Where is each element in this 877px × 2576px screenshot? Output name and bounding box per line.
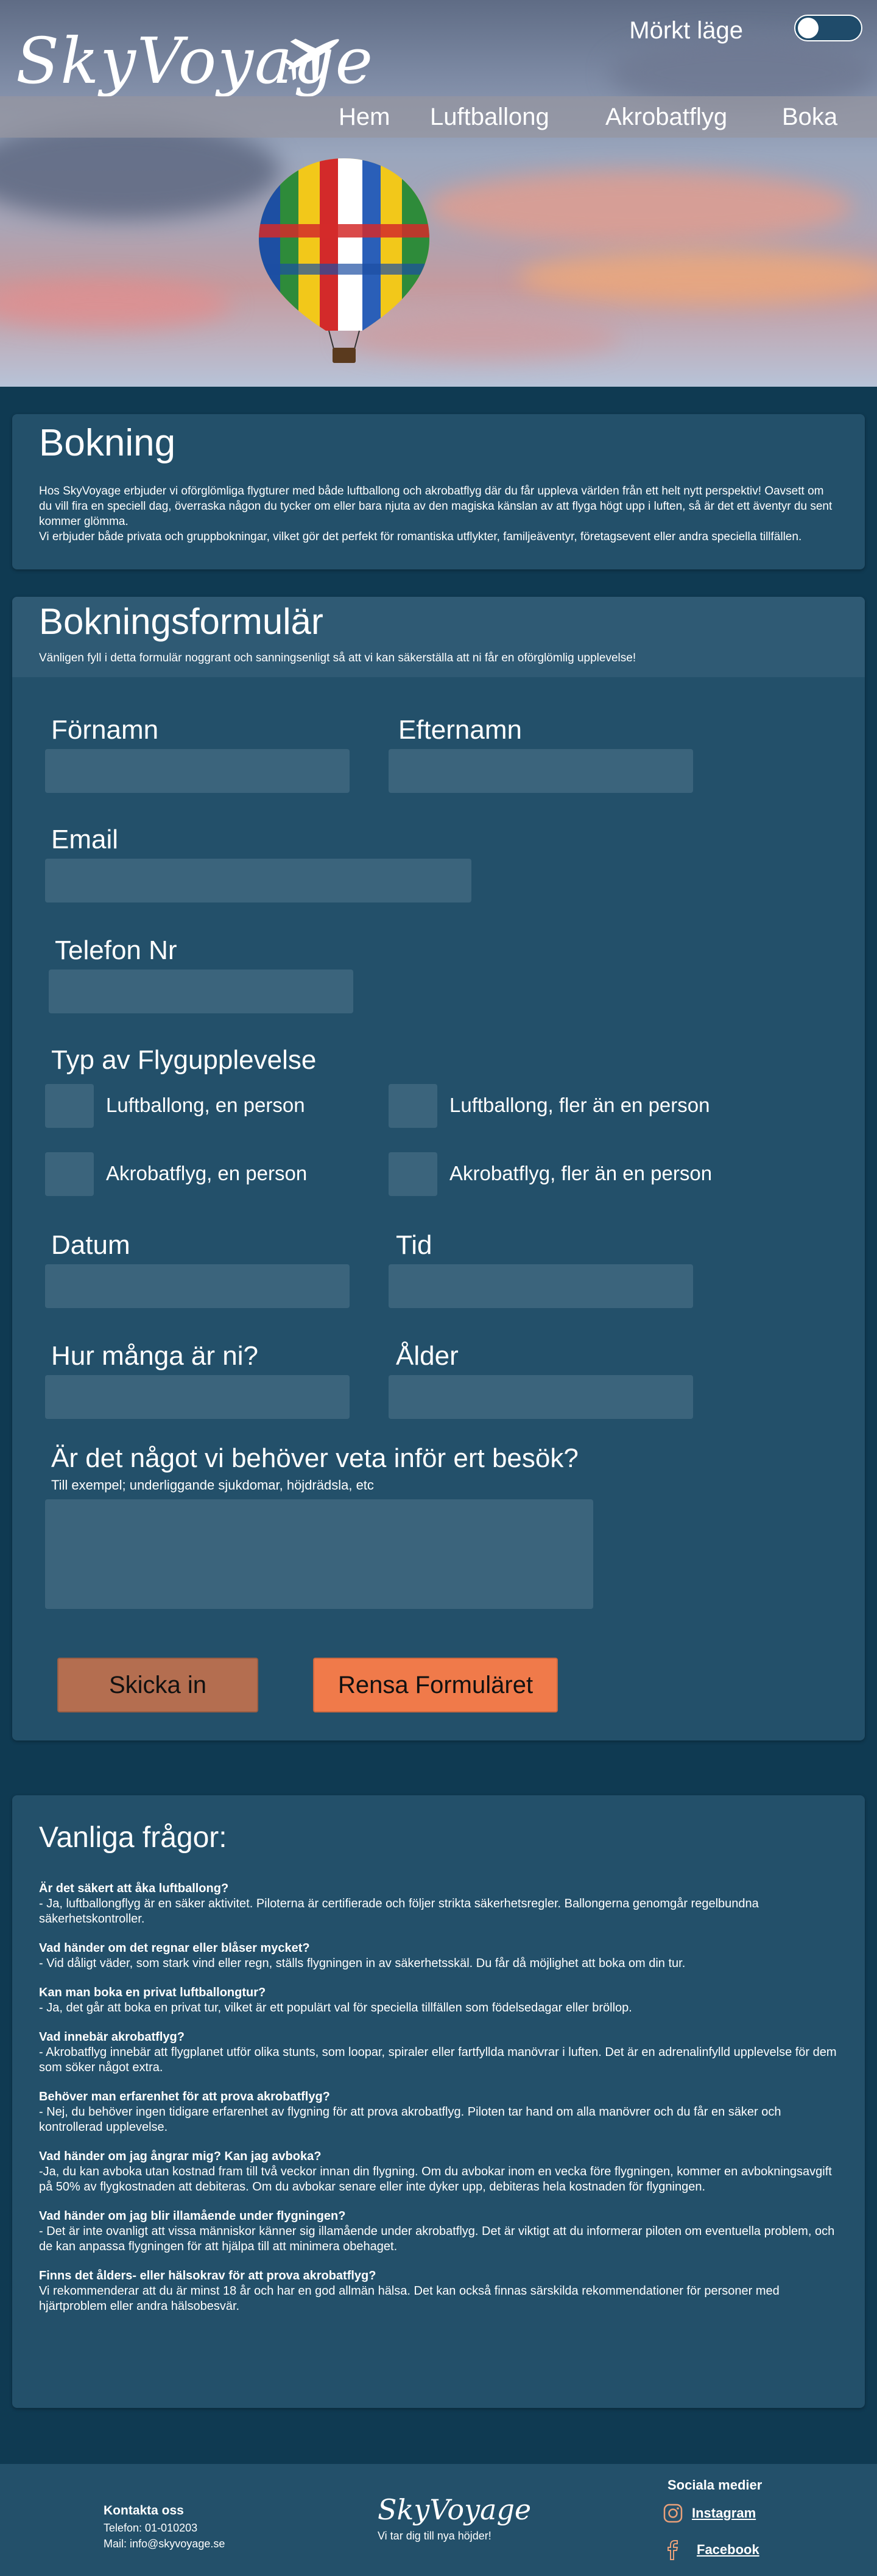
booking-title: Bokning	[39, 422, 176, 464]
footer-tagline: Vi tar dig till nya höjder!	[378, 2530, 491, 2542]
option-aerobatic-single-label: Akrobatflyg, en person	[106, 1162, 308, 1184]
footer-logo[interactable]: SkyVoyage	[378, 2493, 531, 2526]
faq-card: Vanliga frågor: Är det säkert att åka lu…	[12, 1795, 865, 2408]
time-label: Tid	[396, 1230, 432, 1260]
notes-textarea[interactable]	[45, 1499, 593, 1609]
party-size-label: Hur många är ni?	[51, 1341, 258, 1371]
faq-answer: -Ja, du kan avboka utan kostnad fram til…	[39, 2165, 832, 2194]
hot-air-balloon-image	[259, 158, 429, 363]
first-name-label: Förnamn	[51, 715, 159, 745]
facebook-link[interactable]: Facebook	[663, 2538, 759, 2561]
contact-email: Mail: info@skyvoyage.se	[104, 2538, 225, 2550]
submit-button[interactable]: Skicka in	[57, 1658, 258, 1712]
option-balloon-group-checkbox[interactable]	[389, 1084, 437, 1128]
faq-item: Finns det ålders- eller hälsokrav för at…	[39, 2268, 843, 2314]
faq-answer: Vi rekommenderar att du är minst 18 år o…	[39, 2284, 780, 2313]
facebook-label: Facebook	[697, 2542, 759, 2557]
nav-balloon[interactable]: Luftballong	[430, 104, 549, 131]
faq-item: Vad händer om jag blir illamående under …	[39, 2208, 843, 2254]
faq-answer: - Nej, du behöver ingen tidigare erfaren…	[39, 2105, 781, 2134]
cloud	[426, 171, 853, 244]
faq-item: Är det säkert att åka luftballong? - Ja, …	[39, 1881, 843, 1927]
first-name-input[interactable]	[45, 749, 350, 793]
footer-contact: Kontakta oss Telefon: 01-010203 Mail: in…	[104, 2502, 225, 2552]
faq-answer: - Akrobatflyg innebär att flygplanet utf…	[39, 2046, 837, 2074]
faq-item: Vad händer om det regnar eller blåser my…	[39, 1940, 843, 1971]
faq-question: Vad händer om jag blir illamående under …	[39, 2209, 346, 2223]
phone-input[interactable]	[49, 970, 353, 1013]
main-nav: Hem Luftballong Akrobatflyg Boka	[0, 96, 877, 138]
option-aerobatic-group-checkbox[interactable]	[389, 1152, 437, 1196]
option-aerobatic-group-label: Akrobatflyg, fler än en person	[449, 1162, 713, 1184]
instagram-label: Instagram	[692, 2505, 756, 2521]
cloud	[518, 250, 877, 304]
facebook-icon	[667, 2540, 678, 2560]
faq-item: Kan man boka en privat luftballongtur? - …	[39, 1985, 843, 2016]
contact-title: Kontakta oss	[104, 2504, 184, 2518]
hero-banner: SkyVoyage Mörkt läge Hem Luftballong Akr…	[0, 0, 877, 387]
faq-question: Är det säkert att åka luftballong?	[39, 1882, 229, 1895]
social-title: Sociala medier	[667, 2477, 763, 2493]
faq-question: Vad händer om jag ångrar mig? Kan jag av…	[39, 2150, 322, 2163]
faq-item: Behöver man erfarenhet för att prova akr…	[39, 2089, 843, 2135]
option-balloon-single-label: Luftballong, en person	[106, 1094, 305, 1116]
time-input[interactable]	[389, 1264, 693, 1308]
email-label: Email	[51, 825, 119, 854]
age-input[interactable]	[389, 1375, 693, 1419]
faq-answer: - Vid dåligt väder, som stark vind eller…	[39, 1957, 686, 1970]
form-intro: Vänligen fyll i detta formulär noggrant …	[39, 652, 636, 664]
phone-label: Telefon Nr	[55, 935, 177, 965]
faq-answer: - Ja, luftballongflyg är en säker aktivi…	[39, 1897, 759, 1926]
form-header: Bokningsformulär Vänligen fyll i detta f…	[12, 597, 865, 677]
nav-book[interactable]: Boka	[782, 104, 837, 131]
booking-description: Hos SkyVoyage erbjuder vi oförglömliga f…	[39, 485, 833, 528]
site-footer: Kontakta oss Telefon: 01-010203 Mail: in…	[0, 2464, 877, 2576]
faq-item: Vad innebär akrobatflyg? - Akrobatflyg in…	[39, 2029, 843, 2075]
instagram-link[interactable]: Instagram	[663, 2503, 756, 2524]
last-name-label: Efternamn	[398, 715, 522, 745]
date-input[interactable]	[45, 1264, 350, 1308]
booking-form-card: Bokningsformulär Vänligen fyll i detta f…	[12, 597, 865, 1740]
last-name-input[interactable]	[389, 749, 693, 793]
faq-question: Vad händer om det regnar eller blåser my…	[39, 1941, 310, 1955]
reset-button[interactable]: Rensa Formuläret	[313, 1658, 558, 1712]
option-balloon-group-label: Luftballong, fler än en person	[449, 1094, 710, 1116]
notes-label: Är det något vi behöver veta inför ert b…	[51, 1443, 579, 1473]
faq-question: Behöver man erfarenhet för att prova akr…	[39, 2090, 330, 2103]
faq-question: Kan man boka en privat luftballongtur?	[39, 1986, 266, 1999]
faq-answer: - Ja, det går att boka en privat tur, vi…	[39, 2001, 632, 2015]
booking-intro-card: Bokning Hos SkyVoyage erbjuder vi oförgl…	[12, 414, 865, 569]
notes-hint: Till exempel; underliggande sjukdomar, h…	[51, 1477, 374, 1493]
faq-question: Finns det ålders- eller hälsokrav för at…	[39, 2269, 376, 2282]
email-input[interactable]	[45, 859, 471, 903]
contact-phone: Telefon: 01-010203	[104, 2522, 198, 2534]
form-title: Bokningsformulär	[39, 601, 323, 642]
faq-list: Är det säkert att åka luftballong? - Ja, …	[39, 1881, 843, 2328]
faq-answer: - Det är inte ovanligt att vissa människ…	[39, 2225, 835, 2253]
faq-title: Vanliga frågor:	[39, 1821, 227, 1854]
booking-description-2: Vi erbjuder både privata och gruppboknin…	[39, 530, 802, 543]
dark-mode-label: Mörkt läge	[629, 17, 743, 44]
instagram-icon	[663, 2504, 683, 2523]
cloud	[0, 280, 231, 329]
option-balloon-single-checkbox[interactable]	[45, 1084, 94, 1128]
nav-aerobatics[interactable]: Akrobatflyg	[605, 104, 727, 131]
party-size-input[interactable]	[45, 1375, 350, 1419]
faq-question: Vad innebär akrobatflyg?	[39, 2030, 185, 2044]
age-label: Ålder	[396, 1341, 459, 1371]
nav-home[interactable]: Hem	[339, 104, 390, 131]
airplane-icon	[280, 38, 339, 81]
toggle-knob	[798, 18, 819, 38]
dark-mode-toggle[interactable]	[794, 15, 862, 41]
option-aerobatic-single-checkbox[interactable]	[45, 1152, 94, 1196]
date-label: Datum	[51, 1230, 130, 1260]
faq-item: Vad händer om jag ångrar mig? Kan jag av…	[39, 2148, 843, 2195]
flight-type-label: Typ av Flygupplevelse	[51, 1045, 317, 1075]
